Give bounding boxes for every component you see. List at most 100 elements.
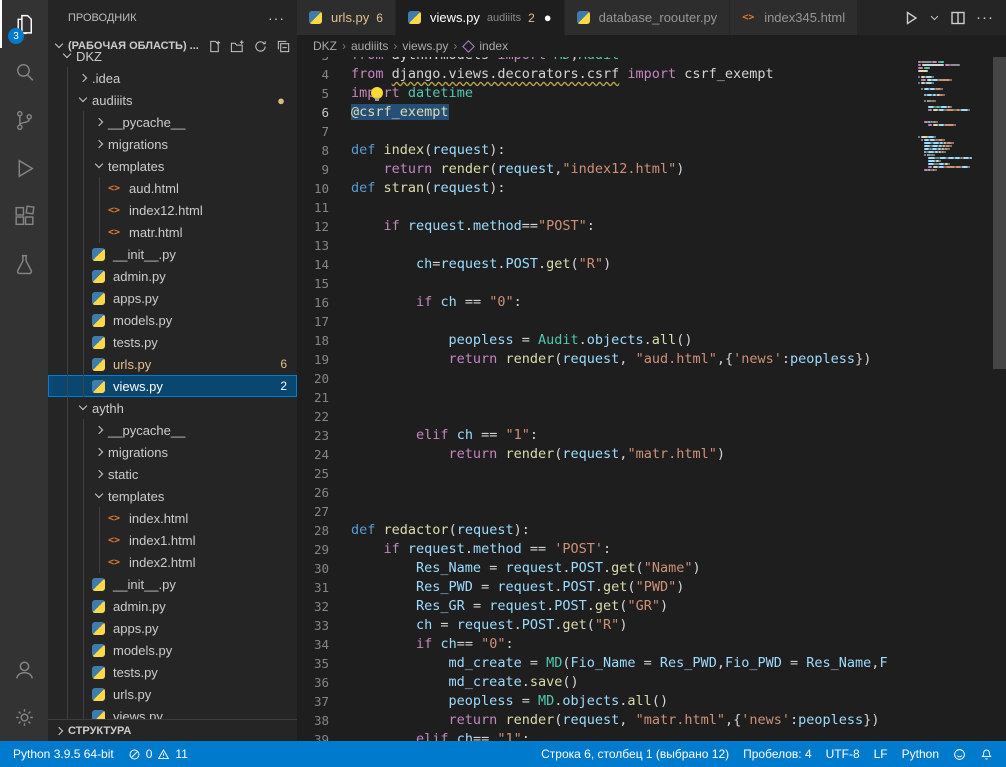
tree-item-apps.py[interactable]: apps.py: [48, 287, 297, 309]
tree-item-__pycache__[interactable]: __pycache__: [48, 419, 297, 441]
explorer-more-actions-icon[interactable]: ···: [268, 10, 285, 26]
code-line-33[interactable]: 33 ch = request.POST.get("R"): [297, 616, 1006, 635]
tab-urls.py[interactable]: urls.py6: [297, 0, 396, 35]
tree-item-admin.py[interactable]: admin.py: [48, 265, 297, 287]
tree-item-apps.py[interactable]: apps.py: [48, 617, 297, 639]
code-line-12[interactable]: 12 if request.method=="POST":: [297, 217, 1006, 236]
outline-section-header[interactable]: СТРУКТУРА: [48, 719, 297, 741]
tree-item-admin.py[interactable]: admin.py: [48, 595, 297, 617]
code-line-23[interactable]: 23 elif ch == "1":: [297, 426, 1006, 445]
code-line-4[interactable]: 4from django.views.decorators.csrf impor…: [297, 65, 1006, 84]
testing-icon[interactable]: [0, 240, 48, 288]
tree-item-matr.html[interactable]: <>matr.html: [48, 221, 297, 243]
explorer-icon[interactable]: 3: [0, 0, 48, 48]
tree-item-__pycache__[interactable]: __pycache__: [48, 111, 297, 133]
eol-selector[interactable]: LF: [867, 741, 895, 767]
tree-item-index2.html[interactable]: <>index2.html: [48, 551, 297, 573]
code-line-14[interactable]: 14 ch=request.POST.get("R"): [297, 255, 1006, 274]
settings-gear-icon[interactable]: [0, 693, 48, 741]
code-line-10[interactable]: 10def stran(request):: [297, 179, 1006, 198]
tree-item-urls.py[interactable]: urls.py: [48, 683, 297, 705]
tree-item-index.html[interactable]: <>index.html: [48, 507, 297, 529]
lightbulb-icon[interactable]: [371, 87, 383, 99]
code-line-25[interactable]: 25: [297, 464, 1006, 483]
code-line-27[interactable]: 27: [297, 502, 1006, 521]
encoding[interactable]: UTF-8: [819, 741, 867, 767]
tree-item-__init__.py[interactable]: __init__.py: [48, 243, 297, 265]
tree-item-aud.html[interactable]: <>aud.html: [48, 177, 297, 199]
tree-item-.idea[interactable]: .idea: [48, 67, 297, 89]
code-line-8[interactable]: 8def index(request):: [297, 141, 1006, 160]
code-line-13[interactable]: 13: [297, 236, 1006, 255]
tree-item-models.py[interactable]: models.py: [48, 639, 297, 661]
tree-item-tests.py[interactable]: tests.py: [48, 661, 297, 683]
code-line-6[interactable]: 6@csrf_exempt: [297, 103, 1006, 122]
extensions-icon[interactable]: [0, 192, 48, 240]
indentation[interactable]: Пробелов: 4: [736, 741, 819, 767]
tree-item-tests.py[interactable]: tests.py: [48, 331, 297, 353]
code-line-22[interactable]: 22: [297, 407, 1006, 426]
tree-item-views.py[interactable]: views.py: [48, 705, 297, 719]
code-line-30[interactable]: 30 Res_Name = request.POST.get("Name"): [297, 559, 1006, 578]
language-mode[interactable]: Python: [895, 741, 946, 767]
code-line-16[interactable]: 16 if ch == "0":: [297, 293, 1006, 312]
vertical-scrollbar[interactable]: [993, 57, 1006, 369]
code-line-32[interactable]: 32 Res_GR = request.POST.get("GR"): [297, 597, 1006, 616]
tree-item-templates[interactable]: templates: [48, 485, 297, 507]
tree-item-static[interactable]: static: [48, 463, 297, 485]
code-line-28[interactable]: 28def redactor(request):: [297, 521, 1006, 540]
code-line-26[interactable]: 26: [297, 483, 1006, 502]
tree-item-urls.py[interactable]: urls.py6: [48, 353, 297, 375]
cursor-position[interactable]: Строка 6, столбец 1 (выбрано 12): [534, 741, 736, 767]
tree-item-index1.html[interactable]: <>index1.html: [48, 529, 297, 551]
code-line-37[interactable]: 37 peopless = MD.objects.all(): [297, 692, 1006, 711]
code-line-5[interactable]: 5import datetime: [297, 84, 1006, 103]
minimap[interactable]: [915, 57, 993, 741]
notifications-bell-icon[interactable]: [973, 741, 1000, 767]
tree-item-DKZ[interactable]: DKZ: [48, 45, 297, 67]
code-line-15[interactable]: 15: [297, 274, 1006, 293]
run-debug-icon[interactable]: [0, 144, 48, 192]
problems-indicator[interactable]: 0 11: [121, 741, 195, 767]
code-line-35[interactable]: 35 md_create = MD(Fio_Name = Res_PWD,Fio…: [297, 654, 1006, 673]
breadcrumb-item-views.py[interactable]: views.py: [402, 39, 448, 53]
tree-item-__init__.py[interactable]: __init__.py: [48, 573, 297, 595]
code-line-18[interactable]: 18 peopless = Audit.objects.all(): [297, 331, 1006, 350]
breadcrumb-symbol[interactable]: index: [479, 39, 508, 53]
dirty-dot-icon[interactable]: ●: [544, 10, 552, 25]
breadcrumb-item-audiiits[interactable]: audiiits: [351, 39, 388, 53]
code-line-7[interactable]: 7: [297, 122, 1006, 141]
run-python-file-icon[interactable]: [903, 10, 919, 26]
search-icon[interactable]: [0, 48, 48, 96]
tree-item-aythh[interactable]: aythh: [48, 397, 297, 419]
python-interpreter[interactable]: Python 3.9.5 64-bit: [6, 741, 121, 767]
code-line-20[interactable]: 20: [297, 369, 1006, 388]
breadcrumb-item-DKZ[interactable]: DKZ: [313, 39, 337, 53]
tree-item-templates[interactable]: templates: [48, 155, 297, 177]
split-editor-icon[interactable]: [950, 10, 966, 26]
code-line-34[interactable]: 34 if ch== "0":: [297, 635, 1006, 654]
code-line-29[interactable]: 29 if request.method == 'POST':: [297, 540, 1006, 559]
code-line-21[interactable]: 21: [297, 388, 1006, 407]
tree-item-views.py[interactable]: views.py2: [48, 375, 297, 397]
run-dropdown-chevron-icon[interactable]: [929, 12, 940, 23]
code-line-9[interactable]: 9 return render(request,"index12.html"): [297, 160, 1006, 179]
code-editor[interactable]: 3from aythh.models import MD,Audit4from …: [297, 57, 1006, 741]
tab-database_roouter.py[interactable]: database_roouter.py: [565, 0, 731, 35]
tree-item-index12.html[interactable]: <>index12.html: [48, 199, 297, 221]
tab-index345.html[interactable]: <>index345.html: [730, 0, 858, 35]
more-actions-icon[interactable]: ···: [976, 9, 994, 26]
code-line-17[interactable]: 17: [297, 312, 1006, 331]
feedback-smiley-icon[interactable]: [946, 741, 973, 767]
code-line-31[interactable]: 31 Res_PWD = request.POST.get("PWD"): [297, 578, 1006, 597]
source-control-icon[interactable]: [0, 96, 48, 144]
code-line-19[interactable]: 19 return render(request, "aud.html",{'n…: [297, 350, 1006, 369]
tab-views.py[interactable]: views.pyaudiiits2●: [396, 0, 565, 35]
code-line-36[interactable]: 36 md_create.save(): [297, 673, 1006, 692]
code-line-39[interactable]: 39 elif ch== "1":: [297, 730, 1006, 741]
account-icon[interactable]: [0, 645, 48, 693]
code-line-3[interactable]: 3from aythh.models import MD,Audit: [297, 57, 1006, 65]
tree-item-migrations[interactable]: migrations: [48, 133, 297, 155]
code-line-24[interactable]: 24 return render(request,"matr.html"): [297, 445, 1006, 464]
tree-item-migrations[interactable]: migrations: [48, 441, 297, 463]
